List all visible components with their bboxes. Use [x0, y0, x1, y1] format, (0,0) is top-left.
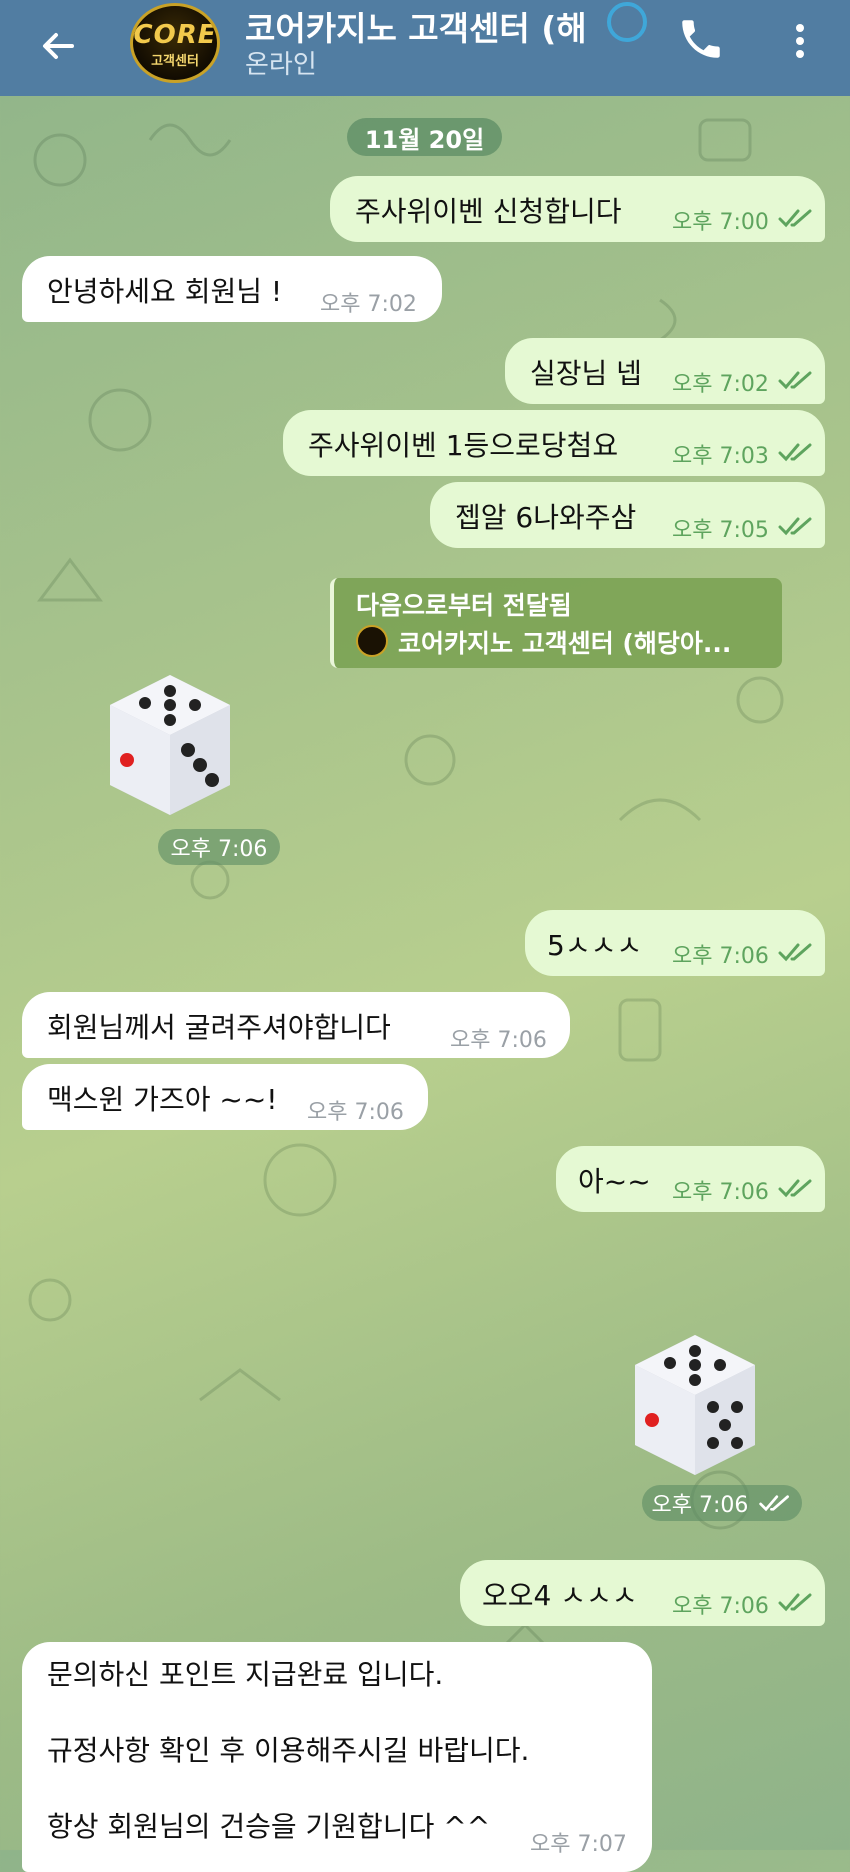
message-line-3: 항상 회원님의 건승을 기원합니다 ^^: [47, 1810, 491, 1843]
message-time: 오후 7:06: [450, 1028, 547, 1053]
dice-time-label: 오후 7:06: [651, 1493, 749, 1518]
double-check-icon: [778, 1593, 812, 1612]
message-text: 주사위이벤 신청합니다: [355, 195, 622, 228]
message-time: 오후 7:07: [530, 1832, 627, 1857]
arrow-left-icon: [43, 33, 74, 59]
message-bubble-outgoing[interactable]: 실장님 넵 오후 7:02: [505, 338, 825, 404]
message-text: 실장님 넵: [530, 357, 642, 390]
avatar-subtitle: 고객센터: [151, 54, 199, 69]
message-time: 오후 7:06: [672, 1594, 769, 1619]
double-check-icon: [778, 209, 812, 228]
forwarded-avatar: [356, 625, 388, 657]
avatar-logo: CORE: [133, 20, 217, 50]
forwarded-header[interactable]: 다음으로부터 전달됨 코어카지노 고객센터 (해당아...: [330, 578, 782, 668]
message-bubble-incoming[interactable]: 문의하신 포인트 지급완료 입니다. 규정사항 확인 후 이용해주시길 바랍니다…: [22, 1642, 652, 1872]
online-status: 온라인: [245, 50, 317, 80]
message-time: 오후 7:06: [307, 1100, 404, 1125]
dice-time: 오후 7:06: [642, 1485, 802, 1521]
message-line-1: 문의하신 포인트 지급완료 입니다.: [47, 1658, 444, 1691]
forwarded-sender: 코어카지노 고객센터 (해당아...: [398, 629, 732, 658]
message-text: 5ㅅㅅㅅ: [547, 929, 643, 962]
double-check-icon: [778, 517, 812, 536]
message-bubble-outgoing[interactable]: 주사위이벤 신청합니다 오후 7:00: [330, 176, 825, 242]
dice-time: 오후 7:06: [158, 829, 280, 865]
call-button[interactable]: [676, 14, 726, 64]
message-time: 오후 7:03: [672, 444, 769, 469]
avatar[interactable]: CORE 고객센터: [130, 3, 220, 83]
message-text: 주사위이벤 1등으로당첨요: [308, 429, 619, 462]
message-text: 맥스윈 가즈아 ~~!: [47, 1083, 278, 1116]
forwarded-label: 다음으로부터 전달됨: [356, 591, 572, 620]
message-time: 오후 7:06: [672, 944, 769, 969]
double-check-icon: [778, 943, 812, 962]
message-time: 오후 7:00: [672, 210, 769, 235]
message-bubble-outgoing[interactable]: 주사위이벤 1등으로당첨요 오후 7:03: [283, 410, 825, 476]
message-bubble-outgoing[interactable]: 아~~ 오후 7:06: [556, 1146, 825, 1212]
message-text: 젭알 6나와주삼: [455, 501, 637, 534]
chat-header: CORE 고객센터 코어카지노 고객센터 (해 온라인: [0, 0, 850, 96]
story-ring-icon: [607, 2, 647, 42]
message-time: 오후 7:06: [672, 1180, 769, 1205]
double-check-icon: [759, 1495, 790, 1512]
date-separator: 11월 20일: [347, 118, 502, 156]
phone-icon: [682, 20, 720, 58]
message-bubble-incoming[interactable]: 맥스윈 가즈아 ~~! 오후 7:06: [22, 1064, 428, 1130]
back-button[interactable]: [30, 18, 86, 74]
message-bubble-outgoing[interactable]: 오오4 ㅅㅅㅅ 오후 7:06: [460, 1560, 825, 1626]
more-menu-button[interactable]: [780, 16, 820, 66]
message-text: 아~~: [578, 1165, 651, 1198]
message-time: 오후 7:02: [320, 292, 417, 317]
double-check-icon: [778, 371, 812, 390]
message-text: 오오4 ㅅㅅㅅ: [482, 1579, 638, 1612]
dice-sticker-incoming[interactable]: [80, 665, 240, 825]
message-text: 안녕하세요 회원님 !: [47, 275, 283, 308]
double-check-icon: [778, 1179, 812, 1198]
message-time: 오후 7:02: [672, 372, 769, 397]
message-bubble-outgoing[interactable]: 5ㅅㅅㅅ 오후 7:06: [525, 910, 825, 976]
chat-title[interactable]: 코어카지노 고객센터 (해: [245, 2, 585, 50]
message-line-2: 규정사항 확인 후 이용해주시길 바랍니다.: [47, 1734, 530, 1767]
message-bubble-outgoing[interactable]: 젭알 6나와주삼 오후 7:05: [430, 482, 825, 548]
message-bubble-incoming[interactable]: 안녕하세요 회원님 ! 오후 7:02: [22, 256, 442, 322]
more-vertical-icon: [796, 24, 804, 58]
message-time: 오후 7:05: [672, 518, 769, 543]
dice-sticker-outgoing[interactable]: [605, 1325, 765, 1485]
message-bubble-incoming[interactable]: 회원님께서 굴려주셔야합니다 오후 7:06: [22, 992, 570, 1058]
double-check-icon: [778, 443, 812, 462]
message-text: 회원님께서 굴려주셔야합니다: [47, 1011, 391, 1044]
